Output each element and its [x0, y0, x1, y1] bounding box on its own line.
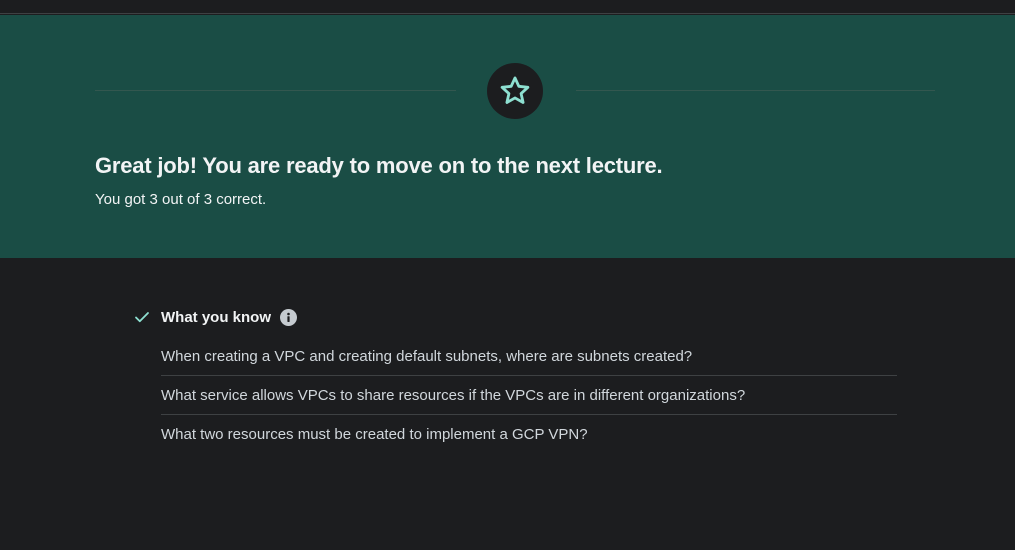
star-badge: [487, 63, 543, 119]
score-text: You got 3 out of 3 correct.: [95, 191, 267, 208]
what-you-know-title: What you know: [161, 308, 271, 326]
check-icon: [133, 308, 151, 326]
result-banner: Great job! You are ready to move on to t…: [0, 15, 1015, 258]
star-icon: [500, 76, 530, 104]
top-strip: [0, 0, 1015, 14]
question-list: When creating a VPC and creating default…: [161, 337, 897, 454]
divider-right: [576, 90, 935, 91]
divider-left: [95, 90, 456, 91]
question-item[interactable]: What service allows VPCs to share resour…: [161, 376, 897, 415]
what-you-know-header: What you know: [133, 305, 897, 329]
info-icon[interactable]: [280, 308, 297, 326]
what-you-know-section: What you know When creating a VPC and cr…: [133, 305, 897, 454]
question-item[interactable]: When creating a VPC and creating default…: [161, 337, 897, 376]
result-headline: Great job! You are ready to move on to t…: [95, 153, 663, 178]
question-item[interactable]: What two resources must be created to im…: [161, 415, 897, 454]
